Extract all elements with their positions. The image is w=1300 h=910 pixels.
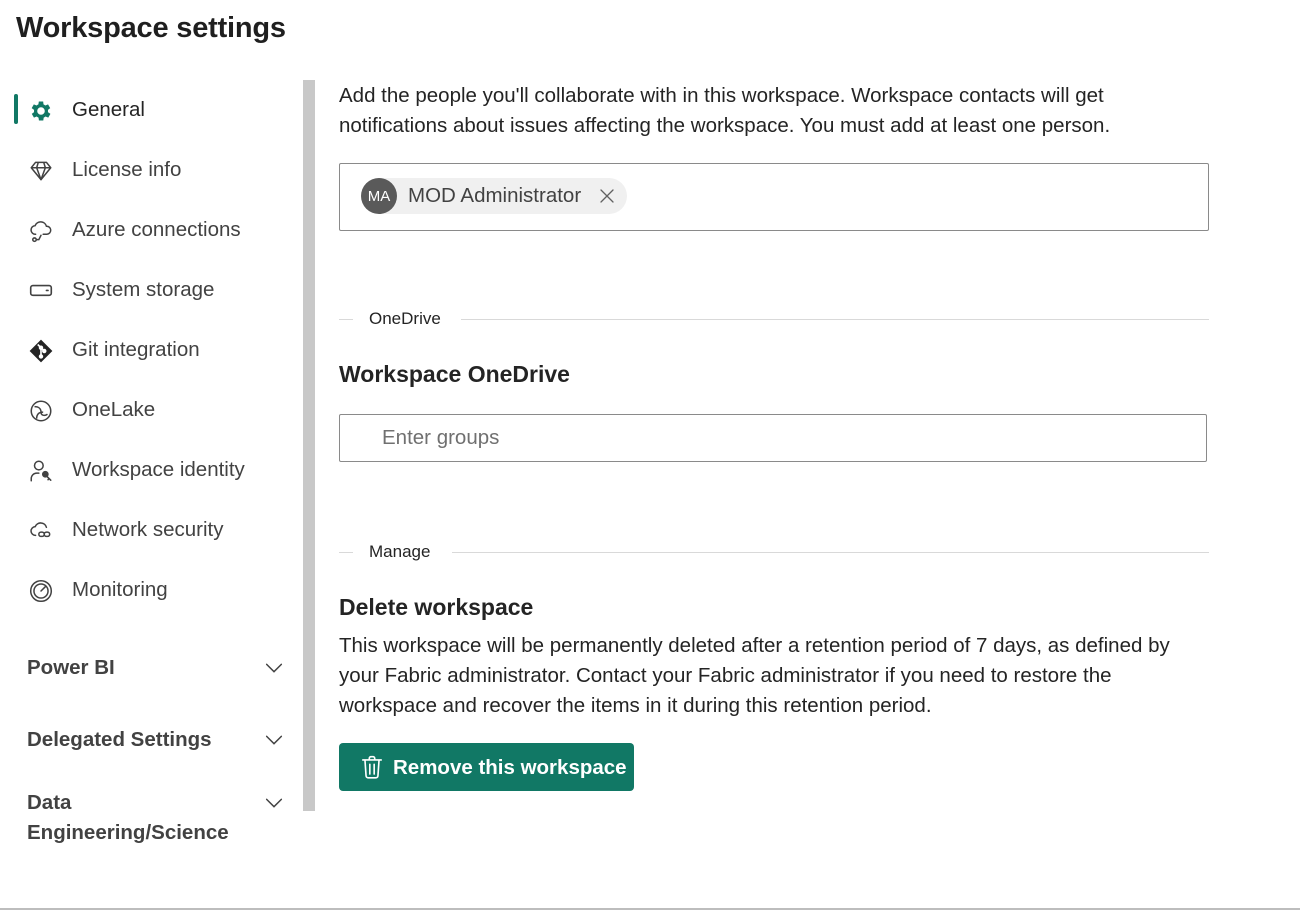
person-chip: MA MOD Administrator [361, 178, 628, 214]
sidebar-item-network-security[interactable]: Network security [14, 510, 294, 550]
sidebar-item-label: License info [72, 158, 182, 181]
contacts-people-picker[interactable]: MA MOD Administrator [339, 163, 1209, 231]
sidebar-group-power-bi[interactable]: Power BI [27, 653, 289, 683]
remove-workspace-button[interactable]: Remove this workspace [339, 743, 634, 791]
group-label: Delegated Settings [27, 728, 212, 751]
close-icon[interactable] [599, 188, 615, 204]
onelake-icon [28, 398, 54, 424]
divider-line [461, 319, 1209, 320]
sidebar-item-general[interactable]: General [14, 90, 294, 130]
sidebar-item-license-info[interactable]: License info [14, 150, 294, 190]
gauge-icon [28, 578, 54, 604]
divider-line [452, 552, 1209, 553]
git-icon [28, 338, 54, 364]
chevron-down-icon [263, 792, 285, 814]
sidebar-item-system-storage[interactable]: System storage [14, 270, 294, 310]
sidebar-item-monitoring[interactable]: Monitoring [14, 570, 294, 610]
sidebar-scrollbar[interactable] [303, 80, 315, 811]
sidebar-item-azure-connections[interactable]: Azure connections [14, 210, 294, 250]
contacts-description: Add the people you'll collaborate with i… [339, 84, 1111, 137]
cloud-link-icon [28, 218, 54, 244]
sidebar-item-workspace-identity[interactable]: Workspace identity [14, 450, 294, 490]
groups-input[interactable] [339, 414, 1207, 462]
sidebar-item-label: OneLake [72, 398, 156, 421]
divider-line [339, 319, 353, 320]
sidebar-item-onelake[interactable]: OneLake [14, 390, 294, 430]
trash-icon [359, 754, 385, 780]
gear-icon [28, 98, 54, 124]
chevron-down-icon [263, 729, 285, 751]
sidebar-item-label: General [72, 98, 145, 121]
section-divider: Manage [339, 542, 1209, 562]
section-divider: OneDrive [339, 309, 1209, 329]
storage-icon [28, 278, 54, 304]
divider-label: Manage [369, 542, 431, 562]
chevron-down-icon [263, 657, 285, 679]
sidebar-group-delegated-settings[interactable]: Delegated Settings [27, 725, 289, 755]
section-heading: Delete workspace [339, 594, 534, 620]
cloud-link-icon [28, 518, 54, 544]
sidebar-item-git-integration[interactable]: Git integration [14, 330, 294, 370]
person-name: MOD Administrator [408, 184, 582, 207]
sidebar-item-label: Git integration [72, 338, 200, 361]
sidebar-item-label: Workspace identity [72, 458, 245, 481]
sidebar-item-label: Azure connections [72, 218, 241, 241]
group-label: Power BI [27, 656, 115, 679]
avatar: MA [361, 178, 397, 214]
person-key-icon [28, 458, 54, 484]
diamond-icon [28, 158, 54, 184]
sidebar-item-label: Monitoring [72, 578, 168, 601]
delete-description: This workspace will be permanently delet… [339, 634, 1170, 717]
button-label: Remove this workspace [393, 756, 627, 779]
page-title: Workspace settings [16, 12, 286, 44]
sidebar-group-data-engineering-science[interactable]: Data Engineering/Science [27, 788, 289, 848]
sidebar-item-label: System storage [72, 278, 215, 301]
sidebar-item-label: Network security [72, 518, 224, 541]
divider-line [339, 552, 353, 553]
divider-label: OneDrive [369, 309, 441, 329]
section-heading: Workspace OneDrive [339, 361, 570, 387]
group-label: Data Engineering/Science [27, 791, 229, 844]
